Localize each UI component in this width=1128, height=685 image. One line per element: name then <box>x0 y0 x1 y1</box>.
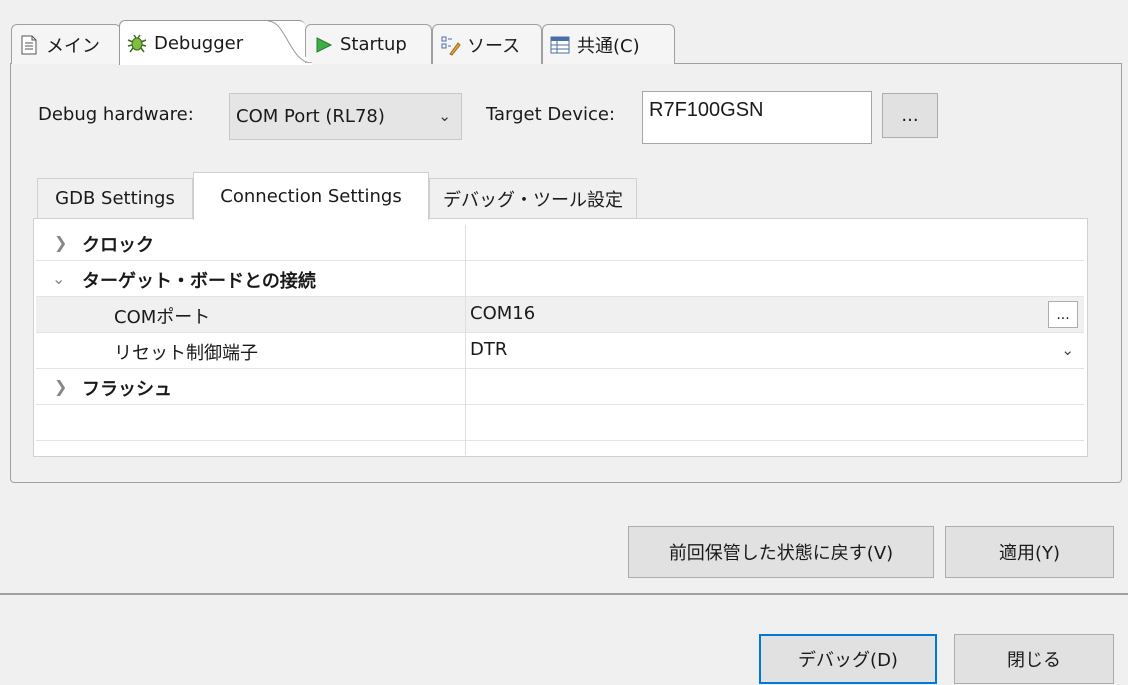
tab-source-label: ソース <box>467 35 521 57</box>
tree-row-label: クロック <box>82 235 154 256</box>
tab-main-label: メイン <box>46 35 100 57</box>
debug-hardware-value: COM Port (RL78) <box>236 106 385 127</box>
property-table: ❯ クロック ⌄ ターゲット・ボードとの接続 COMポート COM16 ... … <box>36 225 1084 455</box>
tab-main[interactable]: メイン <box>11 24 121 64</box>
tab-connection-settings[interactable]: Connection Settings <box>193 172 429 220</box>
run-arrow-icon <box>312 34 334 56</box>
main-file-icon <box>18 34 40 56</box>
tree-row-clock[interactable]: ❯ クロック <box>36 225 1084 261</box>
tab-source[interactable]: ソース <box>432 24 542 64</box>
debug-hardware-select[interactable]: COM Port (RL78) ⌄ <box>229 93 462 140</box>
tab-common-label: 共通(C) <box>577 35 640 57</box>
tab-debug-tool-settings[interactable]: デバッグ・ツール設定 <box>429 178 637 218</box>
tab-debugger-label: Debugger <box>154 32 244 54</box>
debug-hardware-label: Debug hardware: <box>38 104 194 125</box>
close-button[interactable]: 閉じる <box>954 634 1114 684</box>
target-device-input[interactable]: R7F100GSN <box>642 91 872 144</box>
chevron-down-icon: ⌄ <box>438 107 451 125</box>
tree-row-empty <box>36 405 1084 441</box>
tree-row-label: COMポート <box>114 307 211 328</box>
tab-curve-decoration <box>268 21 312 65</box>
source-lookup-icon <box>439 34 461 56</box>
tree-row-com-port[interactable]: COMポート COM16 ... <box>36 297 1084 333</box>
target-device-label: Target Device: <box>486 104 616 125</box>
common-table-icon <box>549 34 571 56</box>
com-port-browse-button[interactable]: ... <box>1048 301 1078 328</box>
chevron-right-icon[interactable]: ❯ <box>54 377 67 396</box>
chevron-down-icon[interactable]: ⌄ <box>52 269 65 288</box>
tree-row-flash[interactable]: ❯ フラッシュ <box>36 369 1084 405</box>
apply-button[interactable]: 適用(Y) <box>945 526 1114 578</box>
com-port-value[interactable]: COM16 <box>470 303 535 324</box>
chevron-down-icon[interactable]: ⌄ <box>1061 341 1074 359</box>
reset-pin-value[interactable]: DTR <box>470 339 507 360</box>
tree-row-label: ターゲット・ボードとの接続 <box>82 271 316 292</box>
column-divider <box>465 225 466 455</box>
chevron-right-icon[interactable]: ❯ <box>54 233 67 252</box>
bug-icon <box>126 32 148 54</box>
target-device-browse-button[interactable]: ... <box>882 93 938 138</box>
tab-startup-label: Startup <box>340 34 407 55</box>
restore-button[interactable]: 前回保管した状態に戻す(V) <box>628 526 934 578</box>
tree-row-label: フラッシュ <box>82 379 172 400</box>
tab-common[interactable]: 共通(C) <box>542 24 675 64</box>
tree-row-reset-pin[interactable]: リセット制御端子 DTR ⌄ <box>36 333 1084 369</box>
tab-gdb-settings[interactable]: GDB Settings <box>37 178 193 218</box>
debug-button[interactable]: デバッグ(D) <box>759 634 937 684</box>
tree-row-label: リセット制御端子 <box>114 343 258 364</box>
tree-row-target-connection[interactable]: ⌄ ターゲット・ボードとの接続 <box>36 261 1084 297</box>
dialog-divider <box>0 593 1128 595</box>
tab-startup[interactable]: Startup <box>305 24 432 64</box>
